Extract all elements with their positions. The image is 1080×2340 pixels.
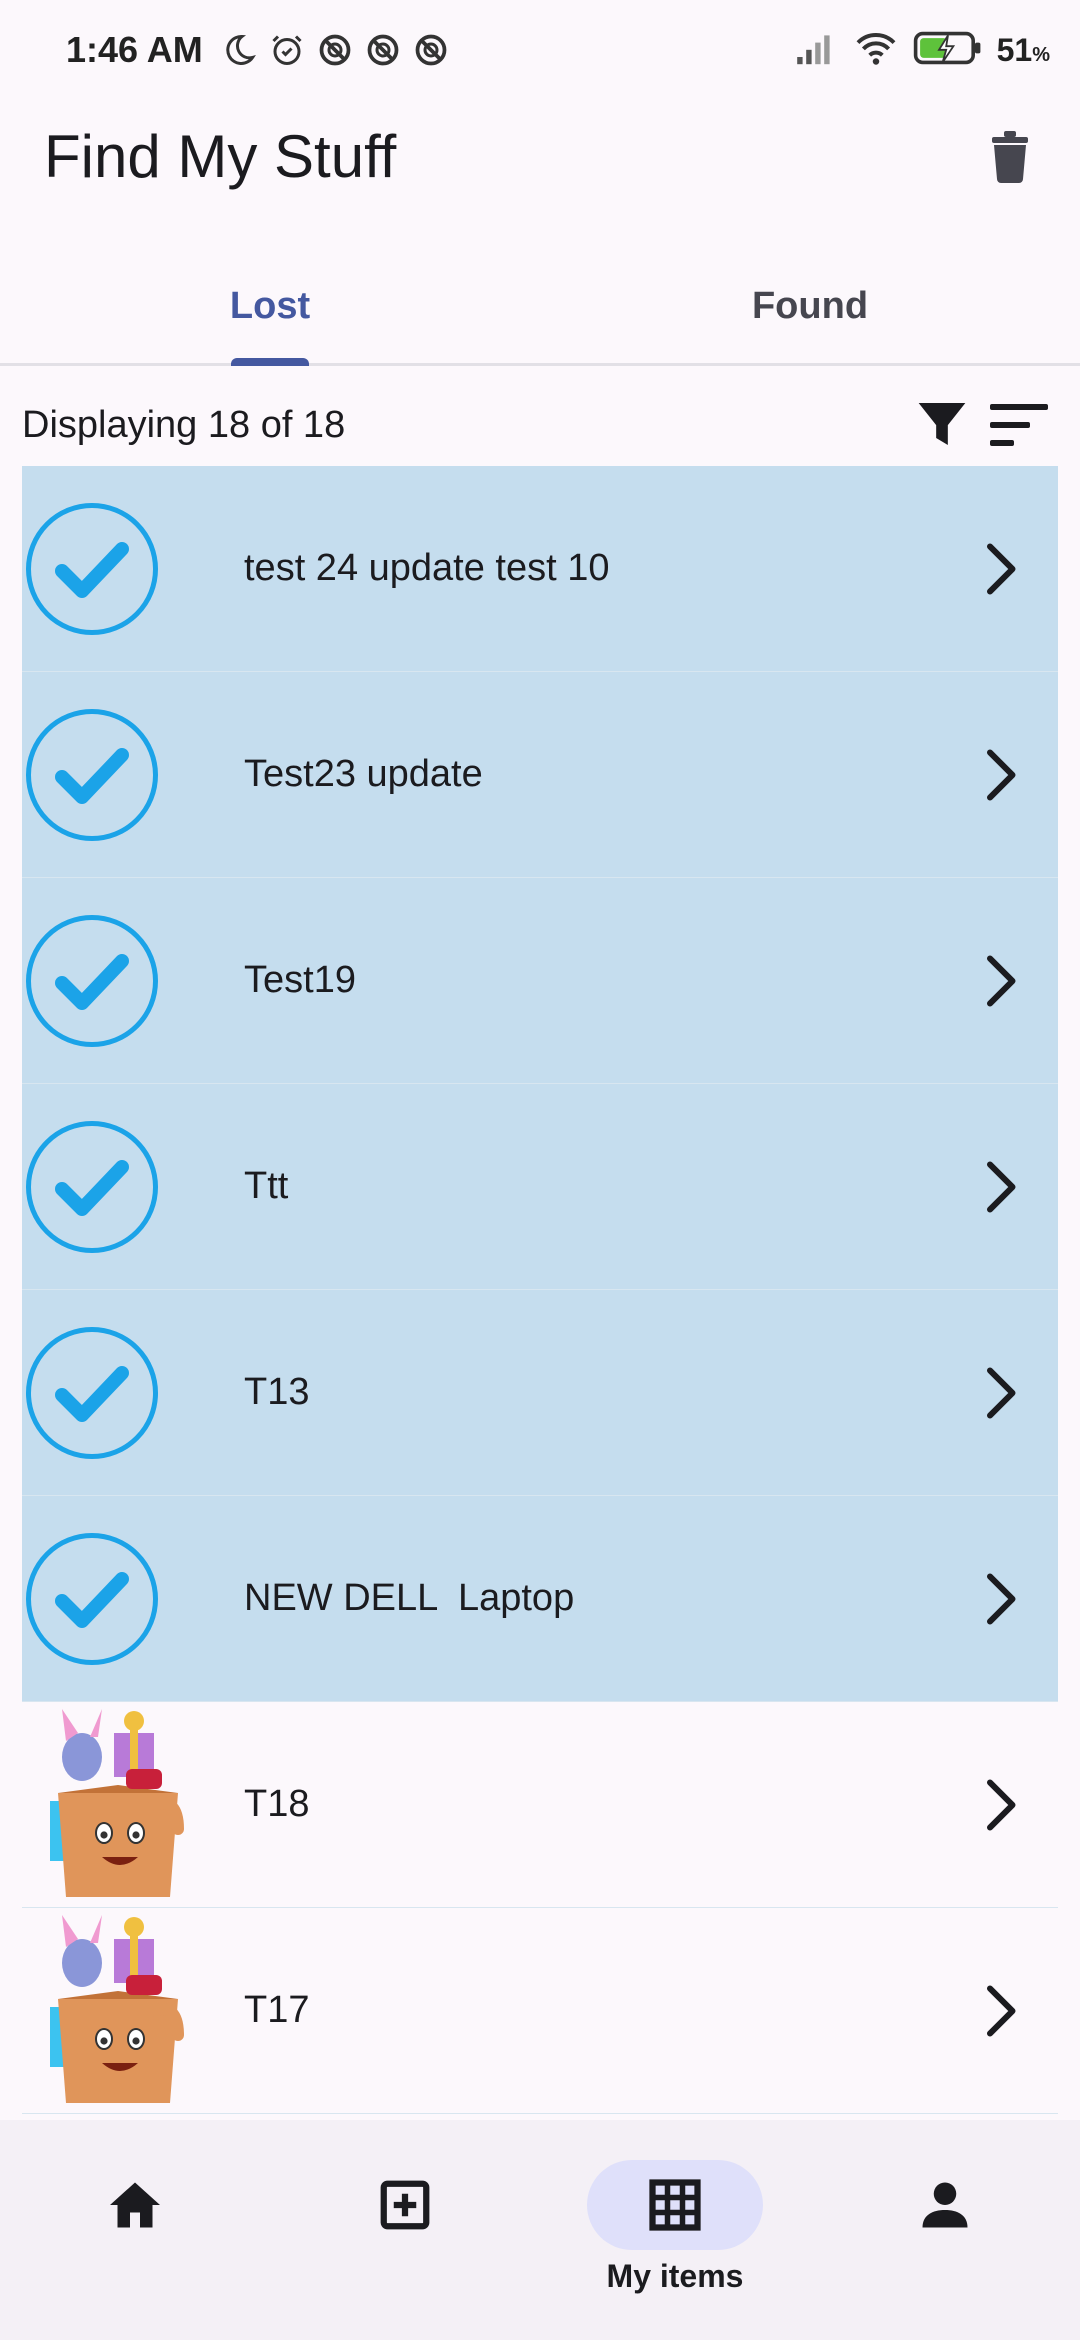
battery-level: 51% xyxy=(996,31,1050,68)
item-title: T18 xyxy=(244,1783,310,1825)
item-title: Ttt xyxy=(244,1165,289,1207)
nav-home-pill xyxy=(47,2160,223,2250)
item-leading xyxy=(22,466,166,672)
blocked-icon xyxy=(365,32,401,68)
app-bar: Find My Stuff xyxy=(0,100,1080,250)
selected-check-icon xyxy=(26,914,158,1047)
filter-button[interactable] xyxy=(914,396,970,452)
item-placeholder-image xyxy=(50,1914,184,2103)
nav-my-items-pill xyxy=(587,2160,763,2250)
selected-check-icon xyxy=(26,1326,158,1459)
list-item[interactable]: Test19 xyxy=(22,878,1058,1084)
chevron-right-icon xyxy=(987,543,1016,595)
nav-add-item[interactable] xyxy=(325,2160,485,2300)
chevron-right-icon xyxy=(987,1985,1016,2037)
item-title: T13 xyxy=(244,1371,310,1413)
nav-my-items-label: My items xyxy=(606,2258,744,2294)
selected-check-icon xyxy=(26,1120,158,1253)
blocked-icon xyxy=(317,32,353,68)
moon-icon xyxy=(221,32,257,68)
list-header: Displaying 18 of 18 xyxy=(0,366,1080,466)
nav-profile-pill xyxy=(857,2160,1033,2250)
chevron-right-icon xyxy=(987,1573,1016,1625)
list-item[interactable]: test 24 update test 10 xyxy=(22,466,1058,672)
chevron-right-icon xyxy=(987,1367,1016,1419)
nav-my-items[interactable]: My items xyxy=(587,2160,763,2300)
item-leading xyxy=(22,878,166,1084)
status-system-icons: 51% xyxy=(795,30,1050,71)
item-title: NEW DELL Laptop xyxy=(244,1577,575,1619)
home-icon xyxy=(110,2182,160,2228)
item-title: Test19 xyxy=(244,959,356,1001)
grid-icon xyxy=(649,2179,701,2231)
selected-check-icon xyxy=(26,1532,158,1665)
item-title: T17 xyxy=(244,1989,310,2031)
tab-lost-label: Lost xyxy=(229,285,311,327)
nav-add-pill xyxy=(317,2160,493,2250)
item-title: test 24 update test 10 xyxy=(244,547,610,589)
status-bar: 1:46 AM 51% xyxy=(0,0,1080,100)
wifi-icon xyxy=(853,30,899,71)
list-item[interactable]: T13 xyxy=(22,1290,1058,1496)
chevron-right-icon xyxy=(987,1779,1016,1831)
delete-button[interactable] xyxy=(980,126,1040,186)
item-leading xyxy=(22,1290,166,1496)
nav-profile[interactable] xyxy=(865,2160,1025,2300)
list-item[interactable]: Ttt xyxy=(22,1084,1058,1290)
sort-icon xyxy=(990,404,1048,446)
chevron-right-icon xyxy=(987,1161,1016,1213)
item-placeholder-image xyxy=(50,1708,184,1897)
list-item[interactable]: NEW DELL Laptop xyxy=(22,1496,1058,1702)
filter-icon xyxy=(918,403,966,445)
list-item[interactable]: T17 xyxy=(22,1908,1058,2114)
nav-home[interactable] xyxy=(55,2160,215,2300)
person-icon xyxy=(922,2182,968,2228)
signal-icon xyxy=(795,30,839,71)
battery-charging-icon xyxy=(913,30,983,71)
tab-indicator xyxy=(231,358,309,366)
selected-check-icon xyxy=(26,708,158,841)
alarm-icon xyxy=(269,32,305,68)
status-notification-icons xyxy=(221,32,449,68)
page-title: Find My Stuff xyxy=(44,123,397,190)
item-leading xyxy=(22,1084,166,1290)
bottom-navigation: My items xyxy=(0,2120,1080,2340)
item-count-text: Displaying 18 of 18 xyxy=(22,404,346,446)
tab-bar: Lost Found xyxy=(0,250,1080,366)
item-list: test 24 update test 10 Test23 update Tes… xyxy=(22,466,1058,2120)
tab-found[interactable]: Found xyxy=(540,250,1080,363)
list-item[interactable]: Test23 update xyxy=(22,672,1058,878)
tab-lost[interactable]: Lost xyxy=(0,250,540,366)
add-box-icon xyxy=(380,2180,430,2230)
tab-found-label: Found xyxy=(751,285,869,327)
sort-button[interactable] xyxy=(988,400,1050,450)
selected-check-icon xyxy=(26,502,158,635)
blocked-icon xyxy=(413,32,449,68)
chevron-right-icon xyxy=(987,955,1016,1007)
list-item[interactable]: T18 xyxy=(22,1702,1058,1908)
item-leading xyxy=(22,672,166,878)
item-title: Test23 update xyxy=(244,753,483,795)
status-time: 1:46 AM xyxy=(66,29,203,70)
chevron-right-icon xyxy=(987,749,1016,801)
item-leading xyxy=(22,1496,166,1702)
trash-icon xyxy=(992,131,1028,183)
